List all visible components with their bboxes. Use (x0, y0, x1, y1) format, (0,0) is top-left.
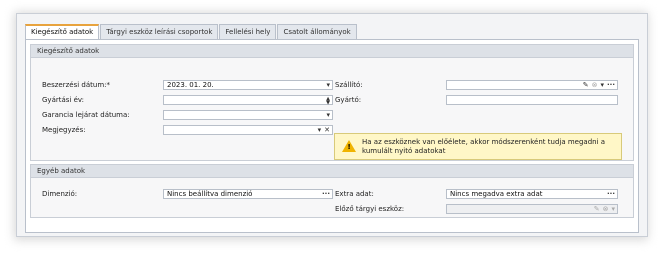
manufacturer-label: Gyártó: (335, 96, 362, 104)
purchase-date-value: 2023. 01. 20. (167, 81, 214, 89)
dimension-label: Dimenzió: (42, 190, 78, 198)
tab-attached-files[interactable]: Csatolt állományok (277, 24, 357, 39)
production-year-label: Gyártási év: (42, 96, 85, 104)
extra-data-value: Nincs megadva extra adat (450, 190, 543, 198)
tab-asset-depreciation-groups[interactable]: Tárgyi eszköz leírási csoportok (100, 24, 219, 39)
supplier-label: Szállító: (335, 81, 363, 89)
group-title: Kiegészítő adatok (31, 45, 633, 58)
production-year-spinner[interactable]: ▲ ▼ (163, 95, 333, 105)
pencil-icon[interactable]: ✎ (594, 205, 600, 214)
dimension-field[interactable]: Nincs beállítva dimenzió ··· (163, 189, 333, 199)
tab-content: Kiegészítő adatok Beszerzési dátum:* 202… (25, 39, 639, 233)
prev-asset-field[interactable]: ✎ ⊗ ▾ (446, 204, 618, 214)
clear-circle-icon[interactable]: ⊗ (603, 205, 609, 214)
asset-details-window: Kiegészítő adatok Tárgyi eszköz leírási … (16, 13, 648, 237)
dimension-value: Nincs beállítva dimenzió (167, 190, 253, 198)
purchase-date-label: Beszerzési dátum:* (42, 81, 111, 89)
pencil-icon[interactable]: ✎ (583, 81, 589, 90)
warranty-expiry-field[interactable]: ▾ (163, 110, 333, 120)
chevron-down-icon[interactable]: ▾ (611, 205, 615, 214)
spinner-arrows-icon[interactable]: ▲ ▼ (326, 96, 330, 105)
group-title: Egyéb adatok (31, 165, 633, 178)
chevron-down-icon[interactable]: ▾ (601, 81, 605, 90)
warranty-expiry-label: Garancia lejárat dátuma: (42, 111, 130, 119)
supplier-field[interactable]: ✎ ⊗ ▾ ··· (446, 80, 618, 90)
warning-triangle-icon: ! (342, 140, 356, 152)
warning-banner: ! Ha az eszköznek van előélete, akkor mó… (334, 133, 622, 160)
note-label: Megjegyzés: (42, 126, 86, 134)
clear-circle-icon[interactable]: ⊗ (592, 81, 598, 90)
manufacturer-field[interactable] (446, 95, 618, 105)
ellipsis-icon[interactable]: ··· (322, 190, 330, 199)
ellipsis-icon[interactable]: ··· (607, 81, 615, 90)
tab-bar: Kiegészítő adatok Tárgyi eszköz leírási … (25, 24, 358, 41)
note-field[interactable]: ▾ ✕ (163, 125, 333, 135)
warning-text: Ha az eszköznek van előélete, akkor móds… (362, 138, 606, 155)
chevron-down-icon[interactable]: ▾ (318, 126, 322, 135)
purchase-date-field[interactable]: 2023. 01. 20. ▾ (163, 80, 333, 90)
prev-asset-label: Előző tárgyi eszköz: (335, 205, 405, 213)
extra-data-label: Extra adat: (335, 190, 374, 198)
chevron-down-icon[interactable]: ▾ (326, 81, 330, 90)
extra-data-field[interactable]: Nincs megadva extra adat ··· (446, 189, 618, 199)
chevron-down-icon[interactable]: ▾ (326, 111, 330, 120)
ellipsis-icon[interactable]: ··· (607, 190, 615, 199)
close-x-icon[interactable]: ✕ (324, 126, 330, 135)
tab-location[interactable]: Fellelési hely (219, 24, 277, 39)
